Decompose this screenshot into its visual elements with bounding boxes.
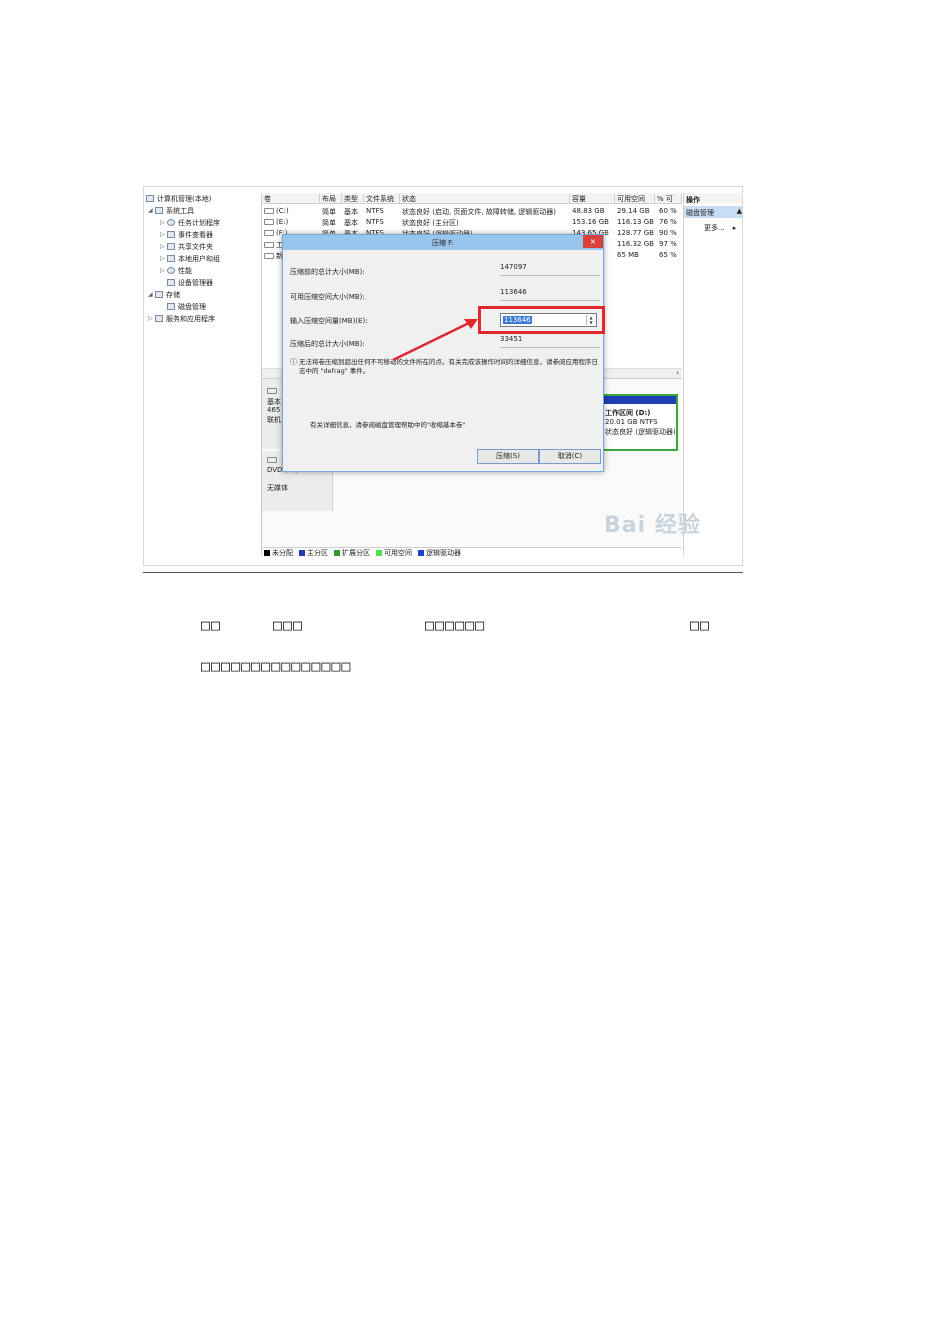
actions-header: 操作 bbox=[684, 193, 742, 204]
caption-fragment: □□□ bbox=[273, 616, 304, 634]
legend-unallocated: 未分配 bbox=[264, 548, 293, 558]
action-disk-management[interactable]: 磁盘管理 ▲ bbox=[684, 206, 742, 218]
screenshot-frame: 计算机管理(本地) ◢ 系统工具 ▷ 任务计划程序 ▷ 事件查看器 ▷ 共享文件夹 ▷ 本… bbox=[143, 186, 743, 566]
services-icon bbox=[155, 315, 163, 322]
computer-icon bbox=[146, 195, 154, 202]
collapse-arrow-icon[interactable]: ▷ bbox=[160, 219, 167, 226]
caption-line: □□□□□□□□□□□□□□□ bbox=[201, 657, 352, 675]
col-percent[interactable]: % 可 bbox=[655, 194, 682, 203]
tree-item-device-manager[interactable]: 设备管理器 bbox=[167, 277, 213, 288]
tree-item-storage[interactable]: ◢ 存储 bbox=[148, 289, 180, 300]
drive-icon bbox=[264, 219, 274, 225]
caption-fragment: □□ bbox=[201, 616, 222, 634]
legend-primary: 主分区 bbox=[299, 548, 328, 558]
partition-d[interactable]: 工作区间 (D:) 20.01 GB NTFS 状态良好 (逻辑驱动器) bbox=[600, 394, 678, 451]
actions-pane: 操作 磁盘管理 ▲ 更多... ▸ bbox=[683, 193, 742, 555]
event-log-icon bbox=[167, 231, 175, 238]
drive-icon bbox=[264, 208, 274, 214]
tree-item-disk-management[interactable]: 磁盘管理 bbox=[167, 301, 206, 312]
volume-table-header: 卷 布局 类型 文件系统 状态 容量 可用空间 % 可 bbox=[262, 193, 682, 204]
scroll-right-icon[interactable]: › bbox=[676, 369, 679, 377]
clock-icon bbox=[167, 219, 175, 226]
device-icon bbox=[167, 279, 175, 286]
disk-icon bbox=[167, 303, 175, 310]
legend: 未分配 主分区 扩展分区 可用空间 逻辑驱动器 bbox=[262, 547, 682, 557]
drive-icon bbox=[264, 253, 274, 259]
table-row[interactable]: (C:) 简单 基本 NTFS 状态良好 (启动, 页面文件, 故障转储, 逻辑… bbox=[262, 205, 682, 216]
expand-arrow-icon[interactable]: ◢ bbox=[148, 207, 155, 214]
storage-icon bbox=[155, 291, 163, 298]
collapse-arrow-icon[interactable]: ▷ bbox=[160, 243, 167, 250]
legend-extended: 扩展分区 bbox=[334, 548, 370, 558]
tree-item-event-viewer[interactable]: ▷ 事件查看器 bbox=[160, 229, 213, 240]
tree-item-local-users[interactable]: ▷ 本地用户和组 bbox=[160, 253, 220, 264]
tree-item-performance[interactable]: ▷ 性能 bbox=[160, 265, 192, 276]
col-type[interactable]: 类型 bbox=[342, 194, 364, 203]
col-layout[interactable]: 布局 bbox=[320, 194, 342, 203]
col-filesystem[interactable]: 文件系统 bbox=[364, 194, 400, 203]
collapse-arrow-icon[interactable]: ▷ bbox=[160, 255, 167, 262]
collapse-up-icon[interactable]: ▲ bbox=[737, 207, 742, 215]
collapse-arrow-icon[interactable]: ▷ bbox=[148, 315, 155, 322]
drive-icon bbox=[264, 230, 274, 236]
collapse-arrow-icon[interactable]: ▷ bbox=[160, 267, 167, 274]
table-row[interactable]: (E:) 简单 基本 NTFS 状态良好 (主分区) 153.16 GB 116… bbox=[262, 216, 682, 227]
expand-arrow-icon[interactable]: ◢ bbox=[148, 291, 155, 298]
tree-item-system-tools[interactable]: ◢ 系统工具 bbox=[148, 205, 194, 216]
action-more[interactable]: 更多... ▸ bbox=[704, 223, 736, 233]
drive-icon bbox=[264, 242, 274, 248]
navigation-tree: 计算机管理(本地) ◢ 系统工具 ▷ 任务计划程序 ▷ 事件查看器 ▷ 共享文件夹 ▷ 本… bbox=[144, 193, 262, 555]
collapse-arrow-icon[interactable]: ▷ bbox=[160, 231, 167, 238]
divider-line bbox=[143, 572, 743, 573]
performance-icon bbox=[167, 267, 175, 274]
shrink-dialog: 压缩 F: × 压缩前的总计大小(MB): 147097 可用压缩空间大小(MB… bbox=[282, 234, 605, 472]
col-capacity[interactable]: 容量 bbox=[570, 194, 615, 203]
caption-fragment: □□□□□□ bbox=[425, 616, 486, 634]
submenu-arrow-icon: ▸ bbox=[732, 224, 737, 232]
col-free[interactable]: 可用空间 bbox=[615, 194, 655, 203]
col-status[interactable]: 状态 bbox=[400, 194, 570, 203]
tools-icon bbox=[155, 207, 163, 214]
baidu-watermark: Bai 经验 bbox=[604, 513, 701, 538]
red-arrow-icon bbox=[392, 319, 478, 362]
tree-item-task-scheduler[interactable]: ▷ 任务计划程序 bbox=[160, 217, 220, 228]
legend-free: 可用空间 bbox=[376, 548, 412, 558]
tree-item-shared-folders[interactable]: ▷ 共享文件夹 bbox=[160, 241, 213, 252]
folder-icon bbox=[167, 243, 175, 250]
partition-bar bbox=[602, 396, 676, 404]
tree-item-services[interactable]: ▷ 服务和应用程序 bbox=[148, 313, 215, 324]
disk-icon bbox=[267, 387, 279, 395]
legend-logical: 逻辑驱动器 bbox=[418, 548, 461, 558]
tree-item-root[interactable]: 计算机管理(本地) bbox=[146, 193, 211, 204]
caption-fragment: □□ bbox=[690, 616, 711, 634]
col-volume[interactable]: 卷 bbox=[262, 194, 320, 203]
users-icon bbox=[167, 255, 175, 262]
dvd-icon bbox=[267, 456, 279, 464]
